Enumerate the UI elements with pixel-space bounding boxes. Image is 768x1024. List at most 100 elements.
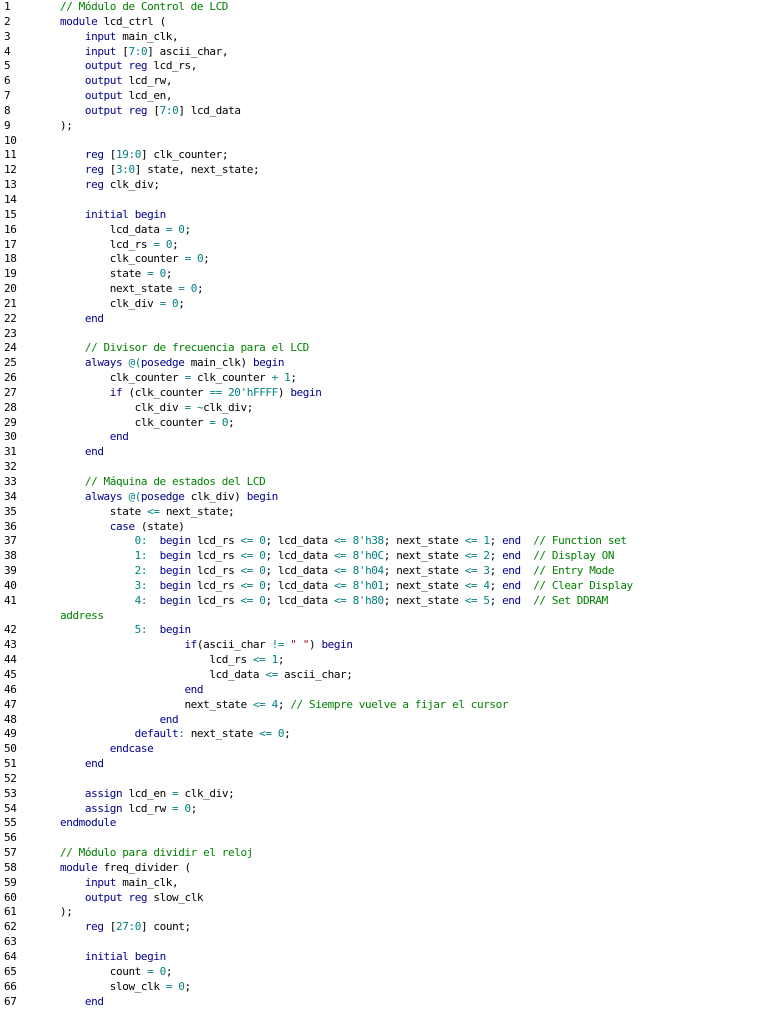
code-line[interactable]: 41 4: begin lcd_rs <= 0; lcd_data <= 8'h… bbox=[0, 594, 768, 609]
code-line[interactable]: 44 lcd_rs <= 1; bbox=[0, 653, 768, 668]
code-line[interactable]: 57 // Módulo para dividir el reloj bbox=[0, 846, 768, 861]
code-line-text: lcd_data <= ascii_char; bbox=[209, 667, 353, 681]
code-line[interactable]: 60 output reg slow_clk bbox=[0, 891, 768, 906]
code-line-text: lcd_data = 0; bbox=[109, 222, 191, 236]
code-line[interactable]: 65 count = 0; bbox=[0, 965, 768, 980]
code-line[interactable]: 42 5: begin bbox=[0, 623, 768, 638]
code-line[interactable]: 19 state = 0; bbox=[0, 267, 768, 282]
code-line[interactable]: 1 // Módulo de Control de LCD bbox=[0, 0, 768, 15]
code-line[interactable]: 32 bbox=[0, 460, 768, 475]
code-line[interactable]: 4 input [7:0] ascii_char, bbox=[0, 45, 768, 60]
code-line[interactable]: 20 next_state = 0; bbox=[0, 282, 768, 297]
code-line[interactable]: 51 end bbox=[0, 757, 768, 772]
line-number: 23 bbox=[4, 326, 17, 340]
code-line[interactable]: 45 lcd_data <= ascii_char; bbox=[0, 668, 768, 683]
code-line[interactable]: 64 initial begin bbox=[0, 950, 768, 965]
code-line[interactable]: 18 clk_counter = 0; bbox=[0, 252, 768, 267]
code-line[interactable]: 58 module freq_divider ( bbox=[0, 861, 768, 876]
line-number: 21 bbox=[4, 296, 17, 310]
code-line[interactable]: 34 always @(posedge clk_div) begin bbox=[0, 490, 768, 505]
code-line[interactable]: 27 if (clk_counter == 20'hFFFF) begin bbox=[0, 386, 768, 401]
code-line[interactable]: 11 reg [19:0] clk_counter; bbox=[0, 148, 768, 163]
line-number: 31 bbox=[4, 445, 17, 459]
code-line[interactable]: 13 reg clk_div; bbox=[0, 178, 768, 193]
code-line[interactable]: 67 end bbox=[0, 995, 768, 1010]
code-line[interactable]: 37 0: begin lcd_rs <= 0; lcd_data <= 8'h… bbox=[0, 534, 768, 549]
code-line-text: input main_clk, bbox=[84, 29, 179, 43]
code-line[interactable]: 8 output reg [7:0] lcd_data bbox=[0, 104, 768, 119]
code-line-text: // Máquina de estados del LCD bbox=[84, 475, 266, 488]
code-line[interactable]: 24 // Divisor de frecuencia para el LCD bbox=[0, 341, 768, 356]
line-number: 22 bbox=[4, 311, 17, 325]
code-line[interactable]: 6 output lcd_rw, bbox=[0, 74, 768, 89]
code-line[interactable]: 55 endmodule bbox=[0, 816, 768, 831]
line-number: 48 bbox=[4, 712, 17, 726]
code-line[interactable]: 23 bbox=[0, 327, 768, 342]
code-line-text: 4: begin lcd_rs <= 0; lcd_data <= 8'h80;… bbox=[134, 593, 609, 607]
code-line[interactable]: 12 reg [3:0] state, next_state; bbox=[0, 163, 768, 178]
code-line[interactable]: 61); bbox=[0, 905, 768, 920]
line-number: 20 bbox=[4, 282, 17, 296]
code-line[interactable]: 36 case (state) bbox=[0, 520, 768, 535]
line-number: 6 bbox=[4, 74, 11, 88]
code-line[interactable]: 52 bbox=[0, 772, 768, 787]
code-line[interactable]: 2 module lcd_ctrl ( bbox=[0, 15, 768, 30]
code-line-text: always @(posedge clk_div) begin bbox=[84, 489, 278, 503]
code-line[interactable]: 43 if(ascii_char != " ") begin bbox=[0, 638, 768, 653]
code-line[interactable]: 31 end bbox=[0, 445, 768, 460]
code-line[interactable]: 38 1: begin lcd_rs <= 0; lcd_data <= 8'h… bbox=[0, 549, 768, 564]
code-line[interactable]: 33 // Máquina de estados del LCD bbox=[0, 475, 768, 490]
line-number: 17 bbox=[4, 237, 17, 251]
code-line[interactable]: 16 lcd_data = 0; bbox=[0, 223, 768, 238]
code-editor[interactable]: 1 // Módulo de Control de LCD 2 module lcd_… bbox=[0, 0, 768, 1024]
line-number: 14 bbox=[4, 192, 17, 206]
code-line[interactable]: 25 always @(posedge main_clk) begin bbox=[0, 356, 768, 371]
code-line-text: 2: begin lcd_rs <= 0; lcd_data <= 8'h04;… bbox=[134, 564, 615, 578]
code-line[interactable]: 7 output lcd_en, bbox=[0, 89, 768, 104]
code-line[interactable]: 15 initial begin bbox=[0, 208, 768, 223]
code-line[interactable]: 48 end bbox=[0, 713, 768, 728]
code-line-text: clk_div = 0; bbox=[109, 296, 185, 310]
line-number: 15 bbox=[4, 207, 17, 221]
code-line[interactable]: 39 2: begin lcd_rs <= 0; lcd_data <= 8'h… bbox=[0, 564, 768, 579]
code-line[interactable]: 49 default: next_state <= 0; bbox=[0, 727, 768, 742]
code-line[interactable]: 5 output reg lcd_rs, bbox=[0, 59, 768, 74]
code-line[interactable]: 54 assign lcd_rw = 0; bbox=[0, 802, 768, 817]
code-line[interactable]: 66 slow_clk = 0; bbox=[0, 980, 768, 995]
code-line[interactable]: 46 end bbox=[0, 683, 768, 698]
code-line[interactable]: 56 bbox=[0, 831, 768, 846]
code-line[interactable]: 62 reg [27:0] count; bbox=[0, 920, 768, 935]
code-line-text: if(ascii_char != " ") begin bbox=[184, 638, 353, 652]
code-line[interactable]: 26 clk_counter = clk_counter + 1; bbox=[0, 371, 768, 386]
code-line[interactable]: 9); bbox=[0, 119, 768, 134]
code-line[interactable]: 29 clk_counter = 0; bbox=[0, 416, 768, 431]
code-line[interactable]: 40 3: begin lcd_rs <= 0; lcd_data <= 8'h… bbox=[0, 579, 768, 594]
line-number: 37 bbox=[4, 534, 17, 548]
code-line[interactable]: 3 input main_clk, bbox=[0, 30, 768, 45]
code-line[interactable]: 17 lcd_rs = 0; bbox=[0, 238, 768, 253]
code-line[interactable]: 21 clk_div = 0; bbox=[0, 297, 768, 312]
line-number: 67 bbox=[4, 994, 17, 1008]
code-line[interactable]: 30 end bbox=[0, 430, 768, 445]
code-line[interactable]: 28 clk_div = ~clk_div; bbox=[0, 401, 768, 416]
code-line[interactable]: 50 endcase bbox=[0, 742, 768, 757]
code-line[interactable]: 47 next_state <= 4; // Siempre vuelve a … bbox=[0, 698, 768, 713]
code-line-text: if (clk_counter == 20'hFFFF) begin bbox=[109, 385, 322, 399]
code-line-text: input [7:0] ascii_char, bbox=[84, 44, 229, 58]
code-line-text: // Divisor de frecuencia para el LCD bbox=[84, 341, 309, 355]
line-number: 13 bbox=[4, 178, 17, 192]
code-line[interactable]: 14 bbox=[0, 193, 768, 208]
code-line[interactable]: 10 bbox=[0, 134, 768, 149]
line-number: 35 bbox=[4, 504, 17, 518]
line-number: 45 bbox=[4, 667, 17, 681]
line-number: 63 bbox=[4, 935, 17, 949]
code-line-text: output reg [7:0] lcd_data bbox=[84, 103, 241, 117]
code-line[interactable]: 35 state <= next_state; bbox=[0, 505, 768, 520]
line-number: 57 bbox=[4, 846, 17, 860]
code-line[interactable]: 22 end bbox=[0, 312, 768, 327]
code-line[interactable]: address bbox=[0, 609, 768, 624]
code-line[interactable]: 59 input main_clk, bbox=[0, 876, 768, 891]
code-line[interactable]: 63 bbox=[0, 935, 768, 950]
code-line[interactable]: 53 assign lcd_en = clk_div; bbox=[0, 787, 768, 802]
